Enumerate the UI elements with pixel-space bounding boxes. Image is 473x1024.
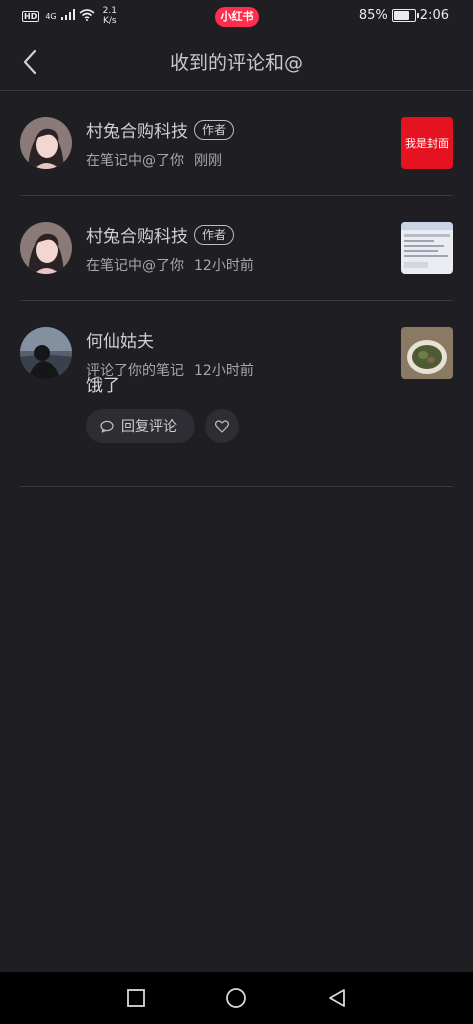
user-name[interactable]: 何仙姑夫 <box>86 327 154 352</box>
name-row: 何仙姑夫 <box>86 327 154 352</box>
screen: HD 4G 2.1 K/s 小红书 85% 2:06 收到的评论和@ 村兔合购科… <box>0 0 473 1024</box>
reply-label: 回复评论 <box>121 419 177 435</box>
note-thumbnail[interactable] <box>401 327 453 379</box>
status-right: 85% 2:06 <box>359 8 449 23</box>
author-badge: 作者 <box>194 224 235 245</box>
meta-row: 在笔记中@了你 刚刚 <box>86 150 222 170</box>
avatar[interactable] <box>20 222 72 274</box>
thumbnail-text: 我是封面 <box>405 137 449 150</box>
signal-icon <box>60 9 75 23</box>
user-name[interactable]: 村兔合购科技 <box>86 117 188 142</box>
battery-fill <box>393 11 409 20</box>
avatar[interactable] <box>20 327 72 379</box>
network-type: 4G <box>45 11 57 21</box>
comment-actions: 回复评论 <box>86 409 239 443</box>
system-nav-bar <box>0 972 473 1024</box>
speed-value: 2.1 <box>102 6 117 16</box>
action-text: 在笔记中@了你 <box>86 258 184 274</box>
author-badge: 作者 <box>194 119 235 140</box>
network-speed: 2.1 K/s <box>103 6 117 26</box>
reply-button[interactable]: 回复评论 <box>86 409 195 443</box>
comment-text: 饿了 <box>86 376 120 396</box>
battery-icon <box>391 9 419 22</box>
note-thumbnail[interactable]: 我是封面 <box>401 117 453 169</box>
recents-button[interactable] <box>124 986 148 1010</box>
square-icon <box>127 989 145 1007</box>
notification-item[interactable]: 何仙姑夫 评论了你的笔记 12小时前 饿了 回复评论 <box>20 301 453 487</box>
battery-cap <box>416 13 419 18</box>
status-bar: HD 4G 2.1 K/s 小红书 85% 2:06 <box>0 0 473 34</box>
comment-icon <box>100 420 114 433</box>
page-title: 收到的评论和@ <box>169 52 303 74</box>
speed-unit: K/s <box>102 16 117 26</box>
timestamp: 刚刚 <box>194 153 222 169</box>
triangle-back-icon <box>329 989 345 1007</box>
notification-item[interactable]: 村兔合购科技 作者 在笔记中@了你 刚刚 我是封面 <box>20 91 453 196</box>
like-button[interactable] <box>205 409 239 443</box>
notification-list: 村兔合购科技 作者 在笔记中@了你 刚刚 我是封面 村兔合购科技 作者 在笔记中… <box>0 91 473 487</box>
avatar[interactable] <box>20 117 72 169</box>
status-left: HD 4G 2.1 K/s <box>22 6 117 26</box>
meta-row: 在笔记中@了你 12小时前 <box>86 255 254 275</box>
timestamp: 12小时前 <box>194 258 254 274</box>
home-button[interactable] <box>224 986 248 1010</box>
name-row: 村兔合购科技 作者 <box>86 117 235 142</box>
circle-icon <box>226 988 246 1008</box>
header: 收到的评论和@ <box>0 34 473 91</box>
name-row: 村兔合购科技 作者 <box>86 222 235 247</box>
battery-percent: 85% <box>358 8 388 23</box>
user-name[interactable]: 村兔合购科技 <box>86 222 188 247</box>
heart-icon <box>215 419 229 433</box>
note-thumbnail[interactable] <box>401 222 453 274</box>
clock: 2:06 <box>419 8 449 23</box>
timestamp: 12小时前 <box>194 363 254 379</box>
app-badge: 小红书 <box>215 7 259 27</box>
back-nav-button[interactable] <box>325 986 349 1010</box>
wifi-icon <box>79 8 95 24</box>
hd-badge: HD <box>22 10 40 22</box>
action-text: 在笔记中@了你 <box>86 153 184 169</box>
notification-item[interactable]: 村兔合购科技 作者 在笔记中@了你 12小时前 <box>20 196 453 301</box>
